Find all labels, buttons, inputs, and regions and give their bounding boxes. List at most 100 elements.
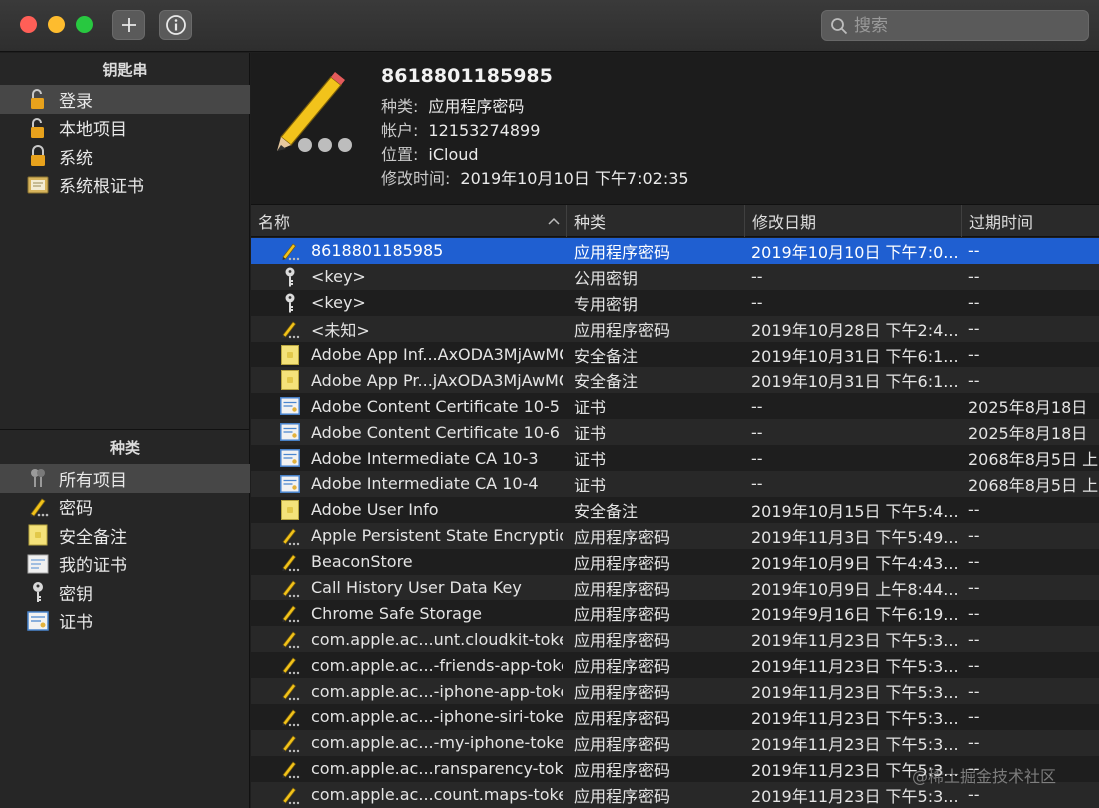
close-window-button[interactable] — [20, 16, 37, 33]
table-row[interactable]: com.apple.ac...-iphone-siri-token 应用程序密码 2… — [251, 704, 1099, 730]
cell-expires: -- — [968, 578, 980, 598]
column-header-modified[interactable]: 修改日期 — [745, 205, 962, 237]
table-row[interactable]: com.apple.ac...-iphone-app-token 应用程序密码 20… — [251, 678, 1099, 705]
cell-name: com.apple.ac...-friends-app-token — [311, 655, 563, 675]
keychain-list: 登录 本地项目 系统 系统根证书 — [0, 85, 250, 199]
keys-icon — [26, 466, 50, 490]
sidebar-item-label: 密码 — [59, 499, 93, 520]
table-row[interactable]: 8618801185985 应用程序密码 2019年10月10日 下午7:0... -… — [251, 238, 1099, 264]
cell-expires: 2068年8月5日 上 — [968, 475, 1099, 495]
column-header-kind[interactable]: 种类 — [567, 205, 745, 237]
cell-kind: 安全备注 — [574, 501, 639, 521]
search-icon — [831, 17, 848, 34]
sidebar-item-label: 所有项目 — [59, 470, 127, 491]
cell-modified: 2019年11月23日 下午5:3... — [751, 683, 959, 703]
detail-kind: 种类: 应用程序密码 — [381, 93, 524, 117]
cell-modified: 2019年10月9日 下午4:43... — [751, 553, 959, 573]
note-icon — [278, 497, 302, 523]
cell-name: <未知> — [311, 320, 370, 340]
search-input[interactable] — [854, 15, 1074, 36]
detail-where-value: iCloud — [428, 145, 479, 164]
cell-modified: 2019年10月9日 上午8:44... — [751, 579, 959, 599]
cell-name: com.apple.ac...-my-iphone-token — [311, 733, 563, 753]
search-field[interactable] — [821, 10, 1089, 41]
table-row[interactable]: Adobe Content Certificate 10-5 证书 -- 2025年8… — [251, 393, 1099, 420]
table-row[interactable]: Adobe Intermediate CA 10-4 证书 -- 2068年8月5日 … — [251, 471, 1099, 497]
table-row[interactable]: com.apple.ac...-friends-app-token 应用程序密码 2… — [251, 652, 1099, 679]
add-item-button[interactable] — [112, 10, 145, 40]
cell-kind: 应用程序密码 — [574, 708, 671, 728]
category-my-certificates[interactable]: 我的证书 — [0, 550, 250, 579]
cell-modified: -- — [751, 293, 763, 313]
cell-name: BeaconStore — [311, 552, 413, 572]
table-row[interactable]: <key> 公用密钥 -- -- — [251, 263, 1099, 290]
cell-modified: -- — [751, 474, 763, 494]
pencil-icon — [278, 652, 302, 678]
table-row[interactable]: Adobe App Inf...AxODA3MjAwMQ) 安全备注 2019年10… — [251, 341, 1099, 368]
detail-kind-value: 应用程序密码 — [428, 97, 525, 116]
table-row[interactable]: <key> 专用密钥 -- -- — [251, 289, 1099, 316]
certificate-icon — [278, 445, 302, 471]
cell-name: Adobe Intermediate CA 10-4 — [311, 474, 539, 494]
note-icon — [278, 367, 302, 393]
table-row[interactable]: Chrome Safe Storage 应用程序密码 2019年9月16日 下午6:… — [251, 600, 1099, 627]
cell-kind: 应用程序密码 — [574, 605, 671, 625]
table-row[interactable]: <未知> 应用程序密码 2019年10月28日 下午2:4... -- — [251, 315, 1099, 342]
sidebar-item-system[interactable]: 系统 — [0, 142, 250, 171]
sidebar-item-system-roots[interactable]: 系统根证书 — [0, 171, 250, 200]
certificate-icon — [26, 609, 50, 633]
cell-expires: -- — [968, 241, 980, 261]
minimize-window-button[interactable] — [48, 16, 65, 33]
table-row[interactable]: Call History User Data Key 应用程序密码 2019年10月… — [251, 574, 1099, 601]
cell-kind: 应用程序密码 — [574, 631, 671, 651]
category-keys[interactable]: 密钥 — [0, 578, 250, 607]
column-header-label: 修改日期 — [752, 213, 817, 232]
pencil-icon — [278, 704, 302, 730]
detail-modified-value: 2019年10月10日 下午7:02:35 — [460, 169, 689, 188]
category-all-items[interactable]: 所有项目 — [0, 464, 250, 493]
watermark: @稀土掘金技术社区 — [912, 767, 1057, 786]
pencil-icon — [278, 316, 302, 342]
category-passwords[interactable]: 密码 — [0, 493, 250, 522]
cell-kind: 应用程序密码 — [574, 786, 671, 806]
cell-name: 8618801185985 — [311, 241, 444, 261]
category-secure-notes[interactable]: 安全备注 — [0, 521, 250, 550]
cell-kind: 证书 — [574, 398, 607, 418]
table-row[interactable]: Adobe Intermediate CA 10-3 证书 -- 2068年8月5日 … — [251, 445, 1099, 472]
sidebar-item-login[interactable]: 登录 — [0, 85, 250, 114]
cell-kind: 应用程序密码 — [574, 527, 671, 547]
sidebar-item-local-items[interactable]: 本地项目 — [0, 114, 250, 143]
column-header-name[interactable]: 名称 — [251, 205, 567, 237]
cell-modified: 2019年11月23日 下午5:3... — [751, 631, 959, 651]
column-header-expires[interactable]: 过期时间 — [962, 205, 1099, 237]
cell-modified: 2019年11月23日 下午5:3... — [751, 708, 959, 728]
window-toolbar — [0, 0, 1099, 52]
detail-where: 位置: iCloud — [381, 141, 479, 165]
table-row[interactable]: com.apple.ac...unt.cloudkit-token 应用程序密码 2… — [251, 626, 1099, 653]
cell-kind: 应用程序密码 — [574, 734, 671, 754]
pencil-icon — [273, 69, 363, 163]
cell-name: Adobe App Inf...AxODA3MjAwMQ) — [311, 345, 563, 364]
sidebar-item-label: 系统 — [59, 148, 93, 169]
cell-kind: 应用程序密码 — [574, 320, 671, 340]
pencil-icon — [278, 782, 302, 808]
cabinet-icon — [26, 173, 50, 197]
sidebar-divider[interactable] — [0, 429, 250, 430]
cell-name: Apple Persistent State Encryption — [311, 526, 563, 546]
category-certificates[interactable]: 证书 — [0, 607, 250, 636]
cell-kind: 公用密钥 — [574, 268, 639, 288]
my-certificate-icon — [26, 552, 50, 576]
table-row[interactable]: Adobe User Info 安全备注 2019年10月15日 下午5:4... -… — [251, 496, 1099, 523]
lock-open-icon — [26, 87, 50, 111]
cell-expires: -- — [968, 370, 980, 390]
table-row[interactable]: Adobe App Pr...jAxODA3MjAwMQ) 安全备注 2019年10… — [251, 367, 1099, 394]
zoom-window-button[interactable] — [76, 16, 93, 33]
table-row[interactable]: Adobe Content Certificate 10-6 证书 -- 2025年8… — [251, 419, 1099, 446]
table-row[interactable]: BeaconStore 应用程序密码 2019年10月9日 下午4:43... -- — [251, 548, 1099, 575]
cell-name: com.apple.ac...-iphone-app-token — [311, 681, 563, 701]
pencil-icon — [278, 626, 302, 652]
table-row[interactable]: Apple Persistent State Encryption 应用程序密码 2… — [251, 522, 1099, 549]
table-row[interactable]: com.apple.ac...-my-iphone-token 应用程序密码 201… — [251, 729, 1099, 756]
cell-expires: 2025年8月18日 — [968, 424, 1088, 444]
get-info-button[interactable] — [159, 10, 192, 40]
